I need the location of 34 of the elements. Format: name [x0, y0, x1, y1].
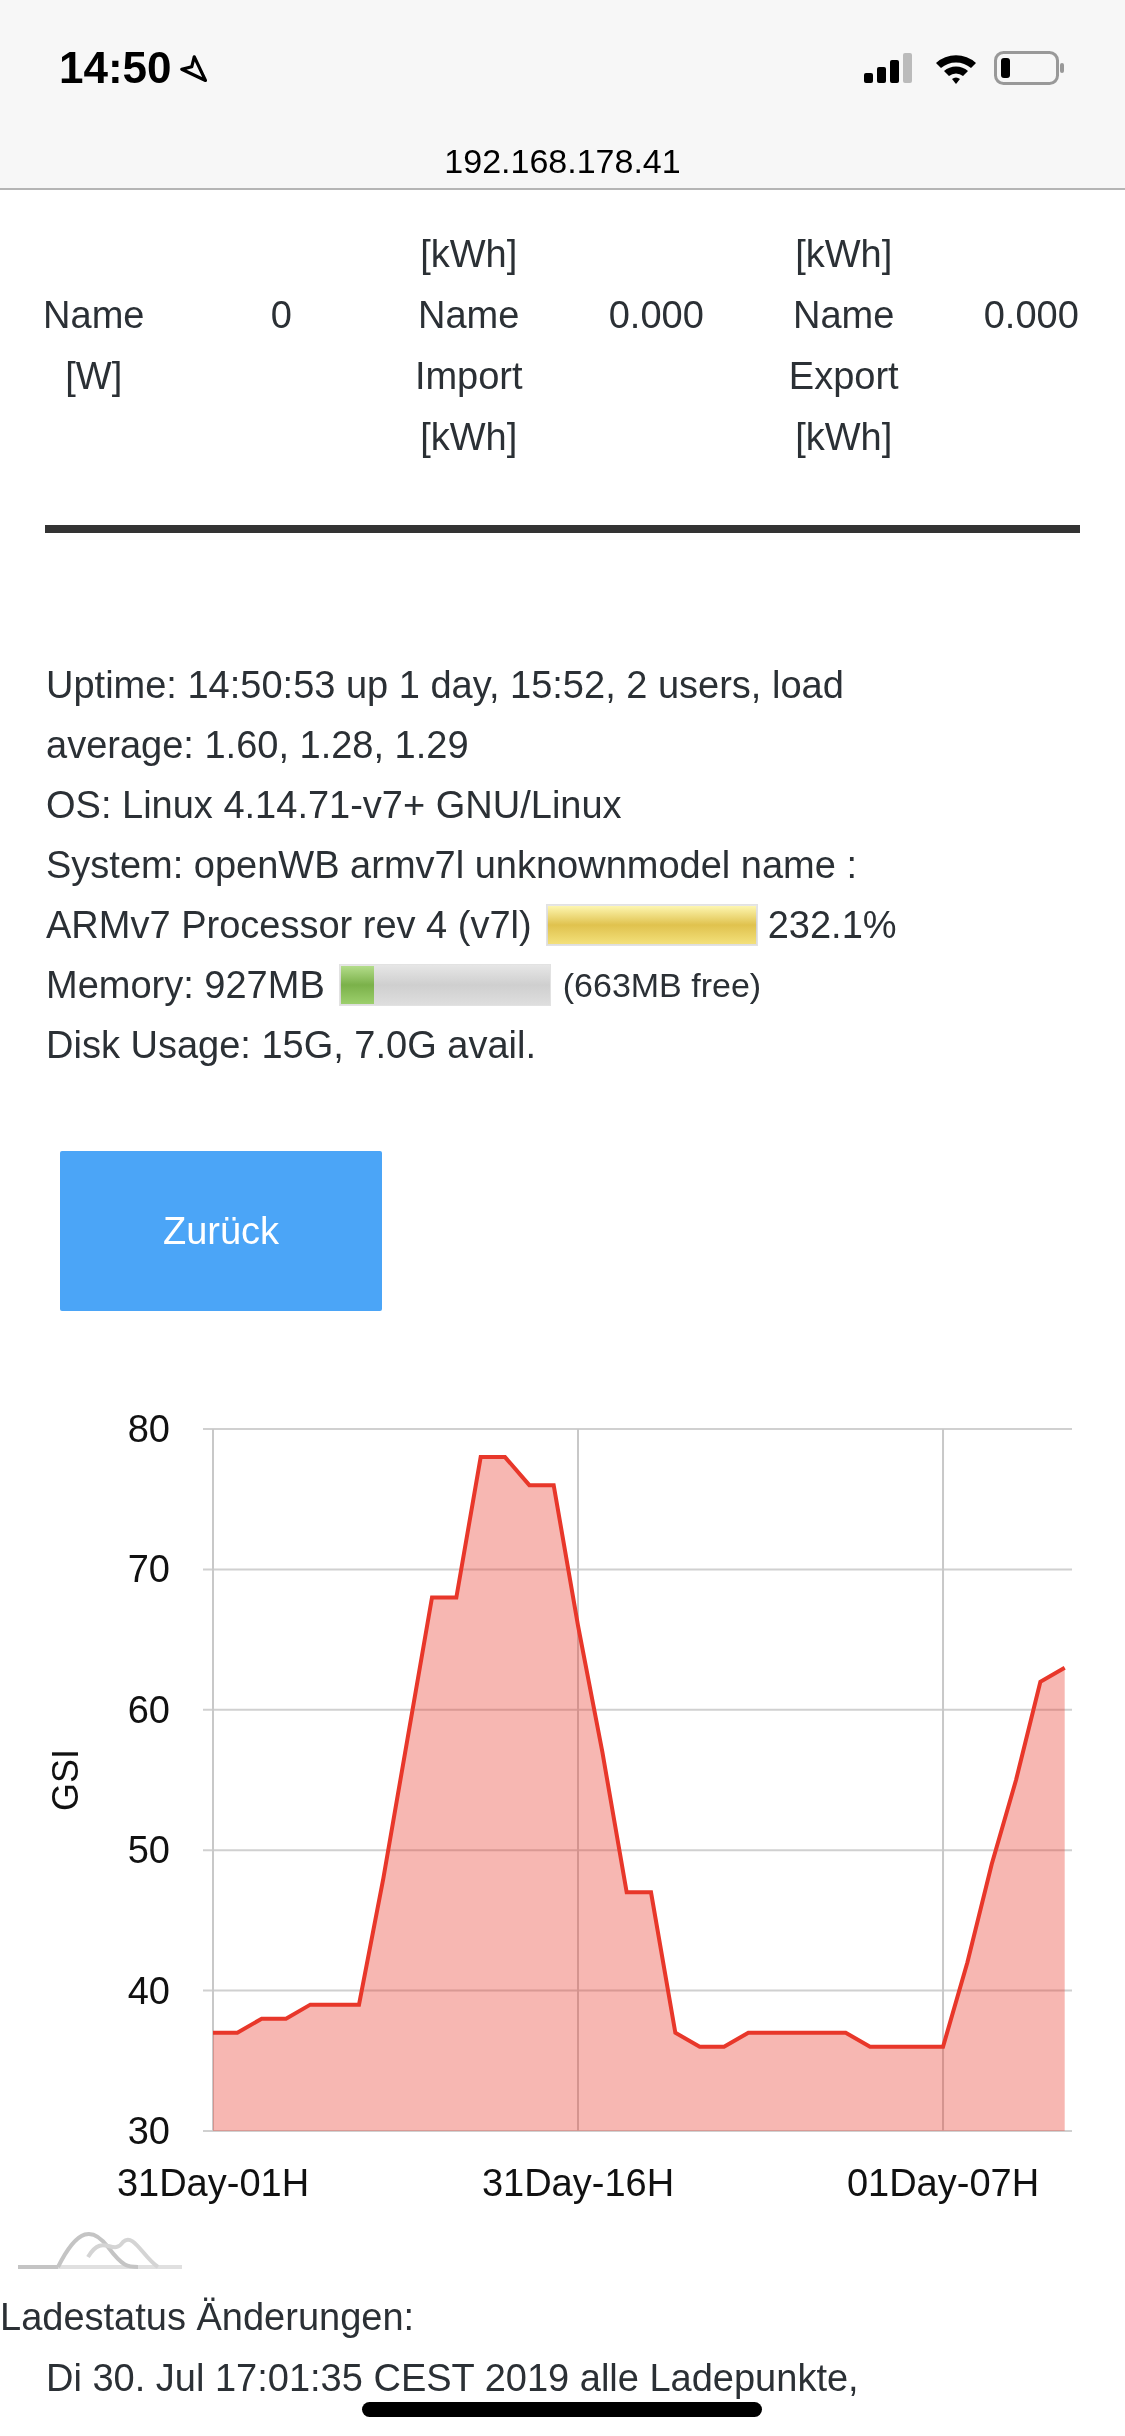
table-cell-text: 0.000 [983, 293, 1079, 338]
status-time: 14:50 [59, 42, 172, 94]
location-icon [177, 53, 208, 83]
table-cell-text: Name Export [kWh] [788, 293, 899, 460]
address-url[interactable]: 192.168.178.41 [444, 136, 681, 187]
cpu-reading: 232.1% [767, 903, 897, 948]
table-cell-text: 0 [270, 293, 292, 338]
log-entry: Di 30. Jul 17:01:35 CEST 2019 alle Ladepunkte, [46, 2356, 859, 2400]
memory-text: Memory: 927MB [46, 963, 325, 1008]
x-tick-label: 31Day-01H [116, 2162, 310, 2204]
os-text: OS: Linux 4.14.71-v7+ GNU/Linux [46, 783, 623, 828]
battery-icon [994, 51, 1066, 85]
y-tick-label: 70 [127, 1548, 170, 1591]
table-cell-text: Name [W] [43, 293, 145, 399]
log-title: Ladestatus Änderungen: [0, 2295, 416, 2340]
y-tick-label: 80 [127, 1408, 170, 1450]
signal-icon [864, 53, 914, 83]
table-cell-text: [kWh] [795, 232, 893, 277]
table-cell-text: 0.000 [608, 293, 704, 338]
y-tick-label: 40 [127, 1969, 170, 2012]
table-cell-text: Name Import [kWh] [414, 293, 523, 460]
y-axis-label: GSI [45, 1749, 86, 1811]
uptime-text: Uptime: 14:50:53 up 1 day, 15:52, 2 users, load average: 1.60, 1.28, 1.29 [46, 663, 845, 768]
disk-text: Disk Usage: 15G, 7.0G avail. [46, 1023, 537, 1068]
memory-reading: (663MB free) [562, 965, 762, 1006]
x-tick-label: 31Day-16H [481, 2162, 675, 2204]
y-tick-label: 50 [127, 1829, 170, 1872]
y-tick-label: 30 [127, 2110, 170, 2152]
x-tick-label: 01Day-07H [846, 2162, 1040, 2204]
system-text: System: openWB armv7l unknownmodel name : [46, 843, 859, 888]
wifi-icon [934, 52, 978, 84]
cpu-text: ARMv7 Processor rev 4 (v7l) [46, 903, 532, 948]
table-cell-text: [kWh] [420, 232, 518, 277]
y-tick-label: 60 [127, 1688, 170, 1731]
